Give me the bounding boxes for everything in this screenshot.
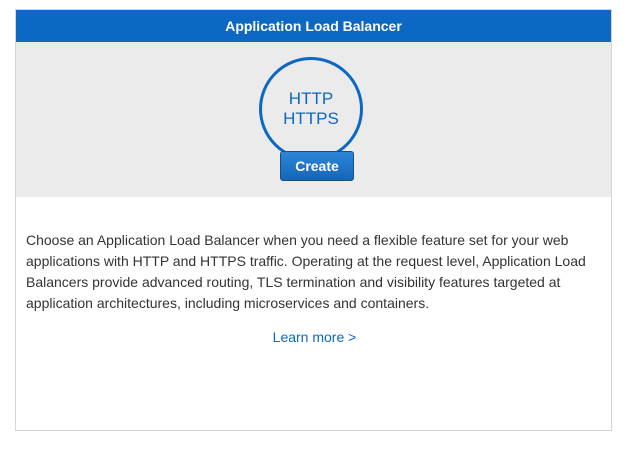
protocol-https-label: HTTPS bbox=[283, 109, 339, 128]
learn-more-link[interactable]: Learn more > bbox=[16, 329, 613, 345]
create-button[interactable]: Create bbox=[280, 151, 354, 181]
alb-card: Application Load Balancer HTTP HTTPS Cre… bbox=[15, 9, 612, 431]
card-description: Choose an Application Load Balancer when… bbox=[26, 232, 586, 311]
card-title: Application Load Balancer bbox=[16, 10, 611, 42]
protocol-circle-icon: HTTP HTTPS bbox=[259, 57, 363, 161]
protocol-http-label: HTTP bbox=[288, 89, 334, 108]
